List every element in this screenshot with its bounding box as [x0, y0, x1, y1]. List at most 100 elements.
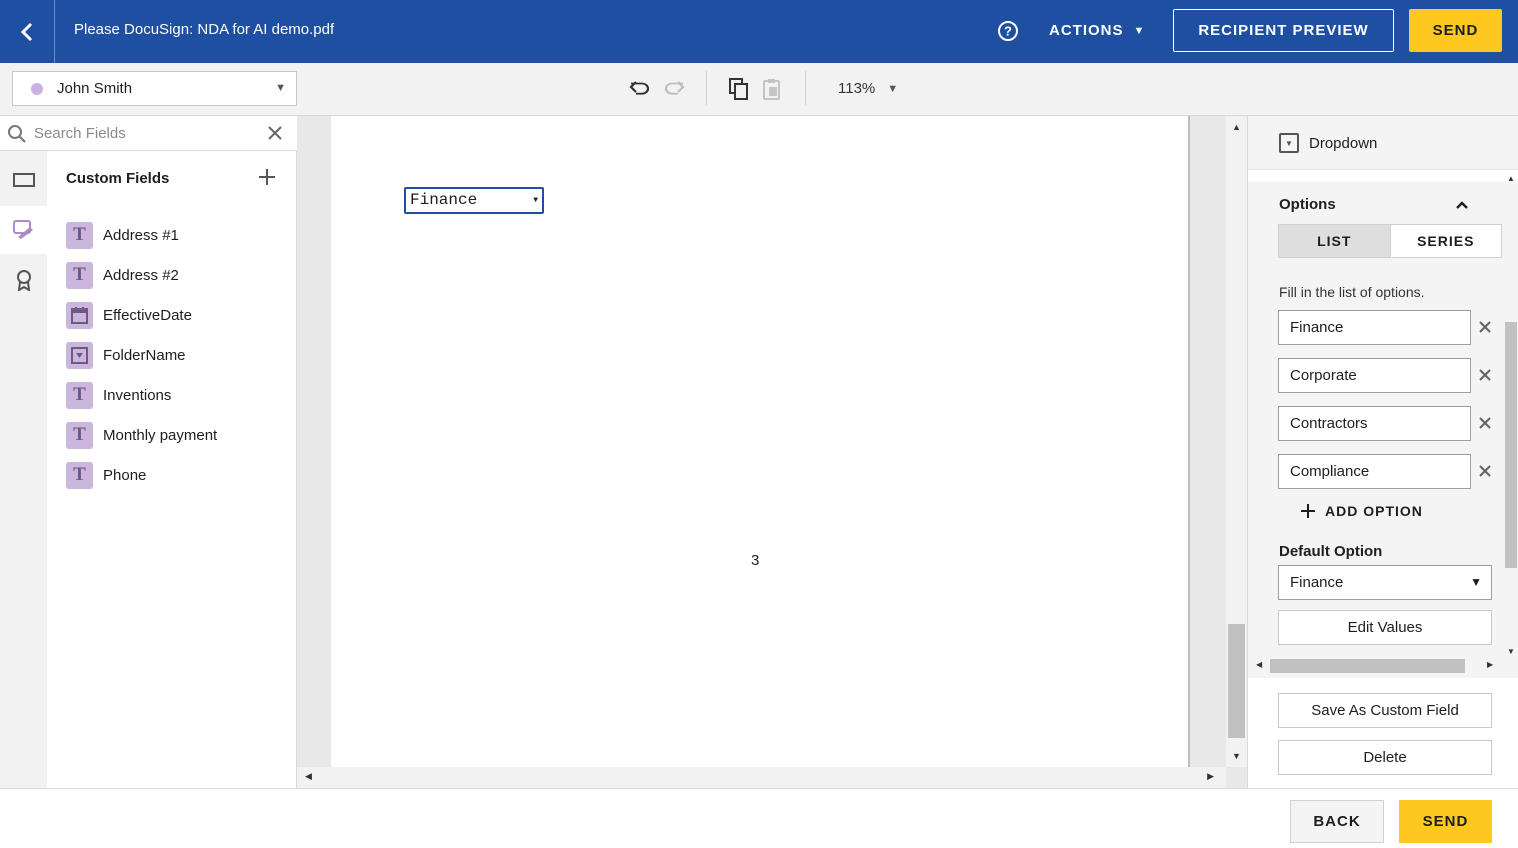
field-properties-panel: ▼ Dropdown Options LIST SERIES Fill in t…	[1247, 116, 1518, 788]
rail-standard-fields[interactable]	[0, 156, 47, 204]
scroll-thumb[interactable]	[1505, 322, 1517, 568]
field-label: Address #2	[103, 266, 179, 284]
calendar-icon	[66, 301, 93, 329]
properties-vertical-scrollbar[interactable]: ▲ ▼	[1503, 174, 1518, 656]
field-label: Address #1	[103, 226, 179, 244]
delete-button[interactable]: Delete	[1278, 740, 1492, 775]
field-type-header: ▼ Dropdown	[1248, 116, 1518, 170]
zoom-level: 113%	[838, 80, 876, 97]
text-icon: T	[66, 421, 93, 449]
send-button-top[interactable]: SEND	[1409, 9, 1502, 52]
option-row	[1278, 406, 1510, 441]
recipient-selector[interactable]: John Smith ▼	[12, 71, 297, 106]
properties-scroll-area: Options LIST SERIES Fill in the list of …	[1248, 182, 1518, 678]
custom-fields-panel: Custom Fields T Address #1 T Address #2 …	[47, 151, 297, 788]
send-button[interactable]: SEND	[1399, 800, 1492, 843]
custom-field-address-2[interactable]: T Address #2	[66, 255, 217, 295]
default-option-value: Finance	[1290, 574, 1344, 591]
undo-icon[interactable]	[628, 77, 652, 101]
save-as-custom-field-button[interactable]: Save As Custom Field	[1278, 693, 1492, 728]
custom-fields-icon	[12, 220, 33, 239]
close-icon[interactable]	[1476, 462, 1494, 480]
page-number: 3	[751, 552, 760, 569]
caret-down-icon: ▼	[275, 82, 286, 94]
document-title: Please DocuSign: NDA for AI demo.pdf	[74, 21, 335, 38]
caret-down-icon: ▼	[887, 82, 899, 95]
chevron-up-icon[interactable]	[1453, 196, 1471, 214]
field-label: FolderName	[103, 346, 186, 364]
field-label: Inventions	[103, 386, 172, 404]
custom-field-monthly-payment[interactable]: T Monthly payment	[66, 415, 217, 455]
scroll-right-icon[interactable]: ▶	[1207, 771, 1214, 782]
custom-field-inventions[interactable]: T Inventions	[66, 375, 217, 415]
award-icon	[16, 270, 31, 291]
back-arrow-button[interactable]	[0, 0, 55, 63]
option-input[interactable]	[1278, 454, 1471, 489]
option-row	[1278, 454, 1510, 489]
custom-field-effectivedate[interactable]: EffectiveDate	[66, 295, 217, 335]
option-input[interactable]	[1278, 406, 1471, 441]
svg-text:?: ?	[1004, 24, 1012, 39]
caret-down-icon: ▼	[1133, 24, 1146, 37]
edit-values-button[interactable]: Edit Values	[1278, 610, 1492, 645]
close-icon[interactable]	[1476, 414, 1494, 432]
rail-custom-fields[interactable]	[0, 206, 47, 254]
help-icon[interactable]: ?	[997, 20, 1019, 42]
custom-field-list: T Address #1 T Address #2 EffectiveDate …	[66, 215, 217, 495]
scroll-down-icon[interactable]: ▼	[1232, 751, 1241, 761]
text-icon: T	[66, 461, 93, 489]
scroll-thumb[interactable]	[1228, 624, 1245, 738]
custom-field-foldername[interactable]: FolderName	[66, 335, 217, 375]
plus-icon[interactable]	[256, 166, 278, 188]
back-button[interactable]: BACK	[1290, 800, 1384, 843]
rail-badge-fields[interactable]	[0, 256, 47, 304]
option-input[interactable]	[1278, 358, 1471, 393]
scroll-right-icon[interactable]: ▶	[1487, 660, 1493, 669]
copy-icon[interactable]	[727, 77, 751, 101]
caret-down-icon: ▼	[533, 196, 538, 205]
recipient-color-dot	[31, 82, 43, 95]
canvas-horizontal-scrollbar[interactable]: ◀ ▶	[297, 767, 1226, 788]
scroll-thumb[interactable]	[1270, 659, 1465, 673]
dropdown-field-value: Finance	[410, 191, 478, 209]
toolbar-divider	[805, 71, 806, 105]
actions-menu[interactable]: ACTIONS ▼	[1049, 22, 1145, 39]
toolbar-divider	[706, 71, 707, 105]
search-icon	[8, 125, 26, 143]
add-option-button[interactable]: ADD OPTION	[1299, 502, 1423, 520]
options-hint: Fill in the list of options.	[1279, 284, 1425, 300]
redo-icon[interactable]	[662, 77, 686, 101]
recipient-preview-button[interactable]: RECIPIENT PREVIEW	[1173, 9, 1394, 52]
document-page: Finance ▼ 3	[331, 116, 1190, 767]
text-icon: T	[66, 261, 93, 289]
document-canvas: Finance ▼ 3 ▲ ▼ ◀ ▶	[297, 116, 1247, 788]
close-icon[interactable]	[266, 124, 284, 142]
editor-toolbar: John Smith ▼ 113% ▼	[0, 63, 1518, 116]
scroll-left-icon[interactable]: ◀	[1256, 660, 1262, 669]
field-category-rail	[0, 151, 47, 788]
close-icon[interactable]	[1476, 318, 1494, 336]
paste-icon[interactable]	[760, 77, 784, 101]
close-icon[interactable]	[1476, 366, 1494, 384]
option-input[interactable]	[1278, 310, 1471, 345]
scroll-left-icon[interactable]: ◀	[305, 771, 312, 782]
plus-icon	[1301, 504, 1315, 518]
scroll-up-icon[interactable]: ▲	[1232, 122, 1241, 132]
properties-horizontal-scrollbar[interactable]: ◀ ▶	[1248, 657, 1503, 675]
dropdown-icon: ▼	[1279, 133, 1299, 153]
default-option-select[interactable]: Finance ▼	[1278, 565, 1492, 600]
field-search	[0, 116, 297, 151]
add-option-label: ADD OPTION	[1325, 503, 1423, 519]
default-option-title: Default Option	[1279, 543, 1383, 560]
field-label: Monthly payment	[103, 426, 218, 444]
zoom-selector[interactable]: 113% ▼	[838, 80, 898, 97]
custom-field-address-1[interactable]: T Address #1	[66, 215, 217, 255]
canvas-vertical-scrollbar[interactable]: ▲ ▼	[1226, 116, 1247, 767]
custom-field-phone[interactable]: T Phone	[66, 455, 217, 495]
tab-list[interactable]: LIST	[1279, 225, 1391, 257]
scroll-down-icon[interactable]: ▼	[1507, 647, 1515, 656]
search-fields-input[interactable]	[34, 123, 259, 143]
placed-dropdown-field[interactable]: Finance ▼	[404, 187, 544, 214]
scroll-up-icon[interactable]: ▲	[1507, 174, 1515, 183]
tab-series[interactable]: SERIES	[1390, 225, 1501, 257]
